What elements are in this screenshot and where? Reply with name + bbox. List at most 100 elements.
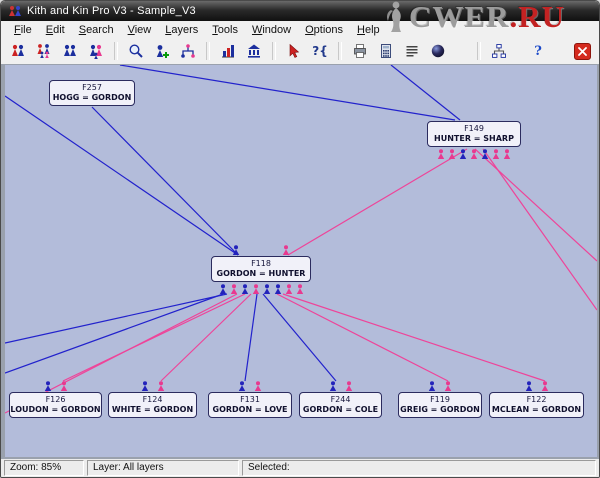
family-box-F118[interactable]: F118 GORDON = HUNTER (211, 256, 311, 282)
person-icon[interactable] (296, 284, 304, 294)
person-icon[interactable] (274, 284, 282, 294)
menu-file[interactable]: File (7, 23, 39, 37)
family-link-line (63, 294, 245, 381)
family-link-line (5, 294, 227, 343)
children-icons-F149 (427, 149, 521, 159)
text-list-button[interactable] (400, 40, 424, 62)
person-icon[interactable] (285, 284, 293, 294)
toolbar-separator (206, 42, 210, 60)
bank-button[interactable] (242, 40, 266, 62)
toolbar-separator (272, 42, 276, 60)
family-id: F244 (331, 395, 351, 405)
family-link-line (283, 294, 545, 381)
family-box-F149[interactable]: F149 HUNTER = SHARP (427, 121, 521, 147)
family-box-F119[interactable]: F119 GREIG = GORDON (398, 392, 482, 418)
family-link-line (92, 107, 238, 255)
person-icon[interactable] (282, 245, 290, 255)
status-selected: Selected: (242, 460, 596, 476)
person-icon[interactable] (238, 381, 246, 391)
person-icon[interactable] (230, 284, 238, 294)
person-icon[interactable] (219, 284, 227, 294)
family-link-line (277, 294, 448, 381)
close-button[interactable] (574, 43, 591, 60)
globe-icon (430, 43, 446, 59)
person-icon[interactable] (448, 149, 456, 159)
person-icon[interactable] (232, 245, 240, 255)
family-link-line (161, 294, 251, 381)
menu-help[interactable]: Help (350, 23, 387, 37)
globe-button[interactable] (426, 40, 450, 62)
menu-bar: File Edit Search View Layers Tools Windo… (1, 21, 599, 39)
menu-window[interactable]: Window (245, 23, 298, 37)
family-id: F122 (527, 395, 547, 405)
person-icon[interactable] (459, 149, 467, 159)
family-label: HOGG = GORDON (53, 93, 132, 103)
help-button[interactable]: ? (526, 40, 550, 62)
person-icon[interactable] (481, 149, 489, 159)
person-icon[interactable] (345, 381, 353, 391)
parent-icons-F124 (108, 381, 197, 391)
add-person-button[interactable] (150, 40, 174, 62)
family-box-F131[interactable]: F131 GORDON = LOVE (208, 392, 292, 418)
family-label: WHITE = GORDON (112, 405, 193, 415)
family-add-button[interactable] (84, 40, 108, 62)
family-label: LOUDON = GORDON (10, 405, 100, 415)
person-icon[interactable] (525, 381, 533, 391)
help-icon: ? (534, 44, 542, 59)
person-icon[interactable] (254, 381, 262, 391)
person-icon[interactable] (263, 284, 271, 294)
menu-options[interactable]: Options (298, 23, 350, 37)
family-box-F244[interactable]: F244 GORDON = COLE (299, 392, 382, 418)
family-box-F122[interactable]: F122 MCLEAN = GORDON (489, 392, 584, 418)
family-box-F124[interactable]: F124 WHITE = GORDON (108, 392, 197, 418)
person-icon[interactable] (492, 149, 500, 159)
menu-layers[interactable]: Layers (158, 23, 205, 37)
person-icon[interactable] (428, 381, 436, 391)
pointer-button[interactable] (282, 40, 306, 62)
title-bar[interactable]: Kith and Kin Pro V3 - Sample_V3 (1, 1, 599, 21)
site-map-button[interactable] (487, 40, 511, 62)
query-brace-button[interactable]: ?{ (308, 40, 332, 62)
family-couple-button[interactable] (58, 40, 82, 62)
calculator-button[interactable] (374, 40, 398, 62)
family-link-line (245, 294, 257, 381)
status-bar: Zoom: 85% Layer: All layers Selected: (1, 459, 599, 477)
family-box-F126[interactable]: F126 LOUDON = GORDON (9, 392, 102, 418)
family-add-icon (88, 43, 104, 59)
print-button[interactable] (348, 40, 372, 62)
family-with-children-icon (36, 43, 52, 59)
zoom-button[interactable] (124, 40, 148, 62)
family-link-line (263, 294, 336, 381)
tree-canvas[interactable]: F257 HOGG = GORDON F149 HUNTER = SHARP F… (5, 65, 597, 457)
status-layer: Layer: All layers (87, 460, 239, 476)
person-icon[interactable] (252, 284, 260, 294)
family-pair-button[interactable] (6, 40, 30, 62)
person-icon[interactable] (329, 381, 337, 391)
person-icon[interactable] (444, 381, 452, 391)
person-icon[interactable] (541, 381, 549, 391)
person-icon[interactable] (157, 381, 165, 391)
family-with-children-button[interactable] (32, 40, 56, 62)
person-icon[interactable] (241, 284, 249, 294)
menu-edit[interactable]: Edit (39, 23, 72, 37)
menu-view[interactable]: View (121, 23, 159, 37)
person-icon[interactable] (437, 149, 445, 159)
site-map-icon (491, 43, 507, 59)
relationships-button[interactable] (176, 40, 200, 62)
menu-search[interactable]: Search (72, 23, 121, 37)
person-icon[interactable] (60, 381, 68, 391)
toolbar-separator (477, 42, 481, 60)
add-person-icon (154, 43, 170, 59)
person-icon[interactable] (470, 149, 478, 159)
toolbar-separator (114, 42, 118, 60)
parent-icons-F122 (489, 381, 584, 391)
person-icon[interactable] (141, 381, 149, 391)
person-icon[interactable] (503, 149, 511, 159)
family-box-F257[interactable]: F257 HOGG = GORDON (49, 80, 135, 106)
chart-button[interactable] (216, 40, 240, 62)
zoom-icon (128, 43, 144, 59)
person-icon[interactable] (44, 381, 52, 391)
menu-tools[interactable]: Tools (205, 23, 245, 37)
text-list-icon (404, 43, 420, 59)
app-window: Kith and Kin Pro V3 - Sample_V3 CWER.RU … (0, 0, 600, 478)
